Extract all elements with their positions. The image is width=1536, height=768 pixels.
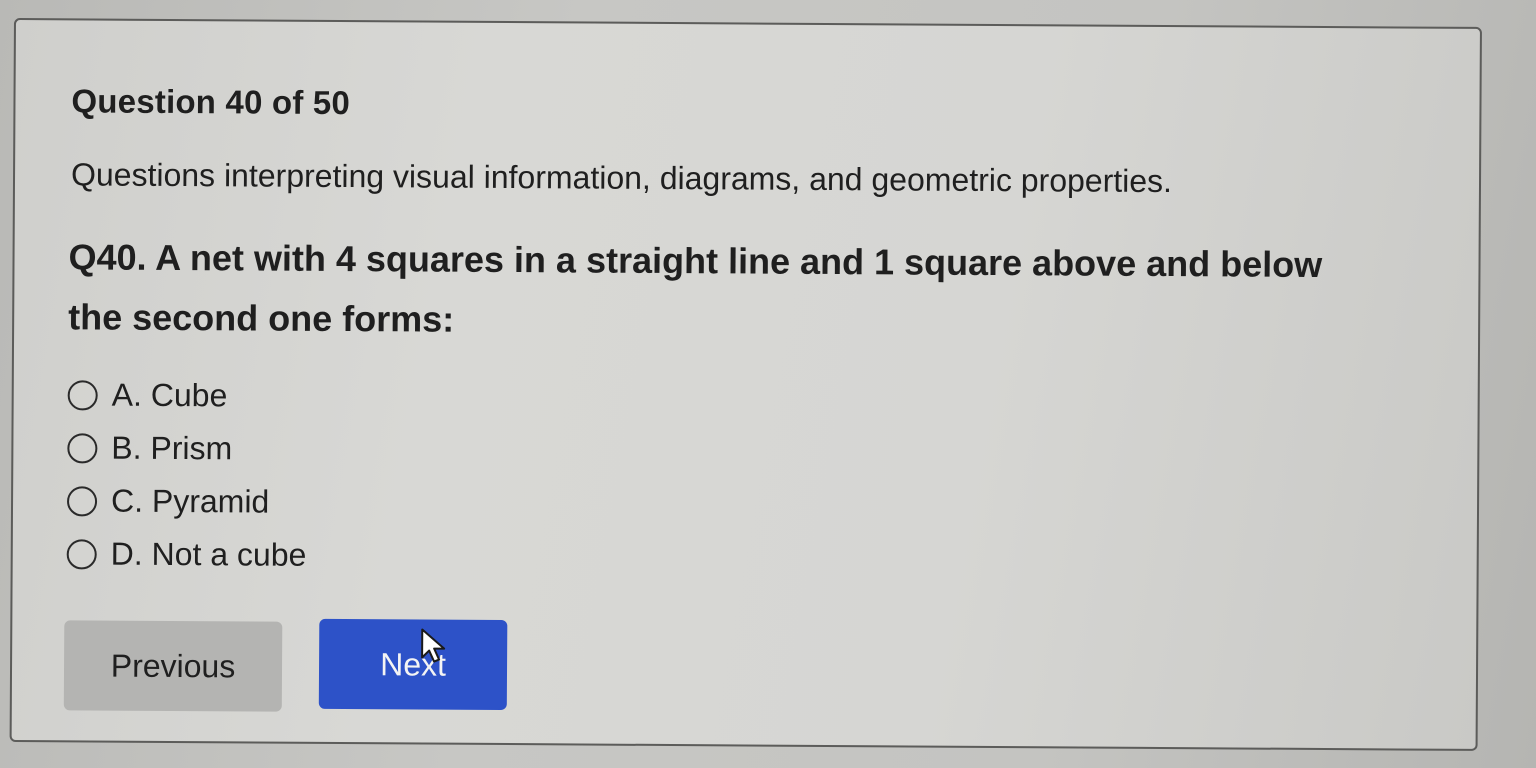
option-c[interactable]: C. Pyramid	[66, 474, 307, 528]
radio-button-b[interactable]	[67, 432, 98, 464]
question-card: Question 40 of 50 Questions interpreting…	[9, 18, 1482, 751]
radio-button-c[interactable]	[66, 485, 98, 517]
question-text: Q40. A net with 4 squares in a straight …	[68, 236, 1323, 340]
option-label-a: A. Cube	[111, 376, 228, 414]
option-d[interactable]: D. Not a cube	[66, 527, 307, 581]
question-counter: Question 40 of 50	[71, 82, 351, 122]
next-button[interactable]: Next	[318, 618, 508, 711]
radio-button-a[interactable]	[67, 379, 98, 411]
option-label-c: C. Pyramid	[110, 482, 270, 520]
option-label-b: B. Prism	[111, 429, 233, 467]
option-b[interactable]: B. Prism	[67, 421, 307, 475]
option-a[interactable]: A. Cube	[67, 368, 308, 422]
radio-button-d[interactable]	[66, 538, 97, 570]
option-label-d: D. Not a cube	[110, 535, 307, 573]
previous-button[interactable]: Previous	[63, 620, 283, 712]
section-description: Questions interpreting visual informatio…	[70, 156, 1173, 200]
answer-options: A. Cube B. Prism C. Pyramid D. Not a cub…	[66, 368, 308, 581]
